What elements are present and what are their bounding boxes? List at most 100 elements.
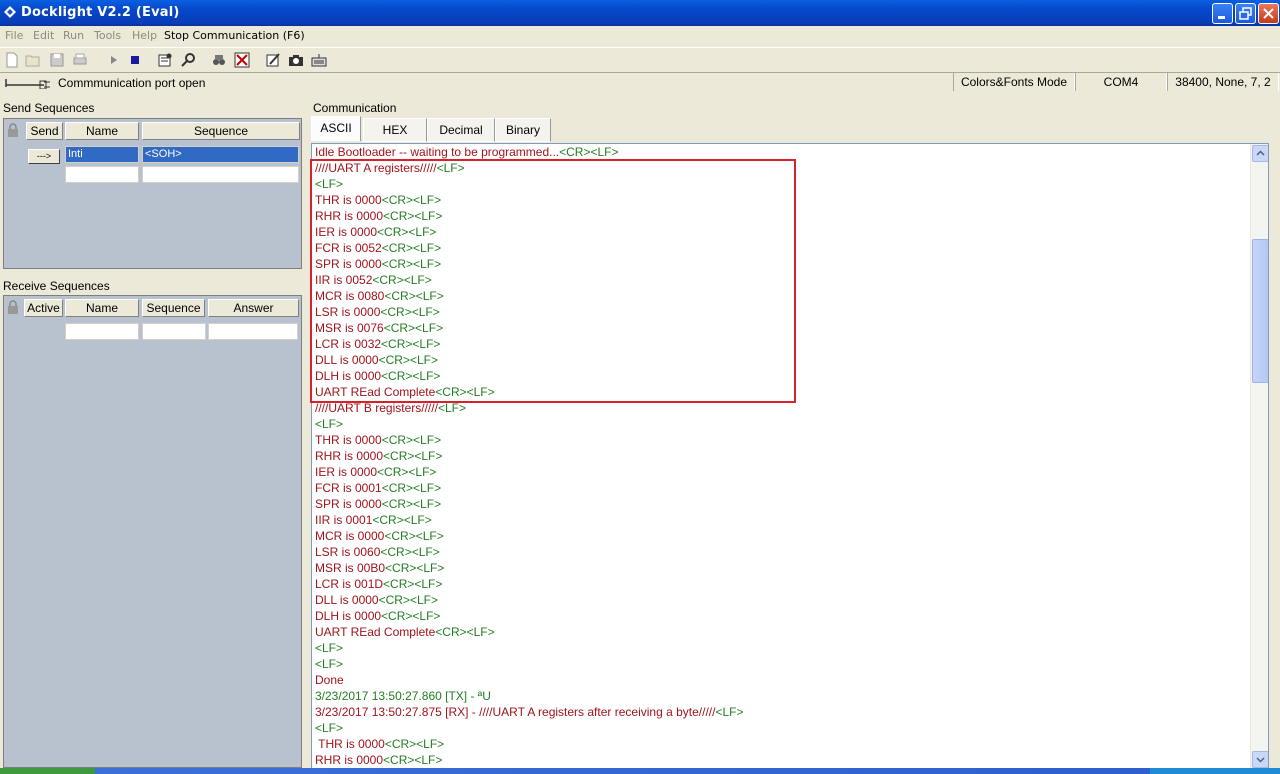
receive-new-name[interactable] [65, 323, 139, 340]
close-button[interactable] [1258, 3, 1279, 24]
receive-sequences-panel: Active Name Sequence Answer [3, 295, 302, 768]
connection-status: Commmunication port open [58, 76, 206, 90]
log-line: DLH is 0000<CR><LF> [315, 608, 1250, 624]
app-icon [4, 6, 16, 18]
search-icon[interactable] [180, 52, 196, 68]
menu-edit[interactable]: Edit [33, 29, 54, 42]
log-line: <LF> [315, 640, 1250, 656]
receive-new-sequence[interactable] [142, 323, 206, 340]
menu-file[interactable]: File [5, 29, 23, 42]
active-column-header[interactable]: Active [24, 299, 63, 317]
menu-run[interactable]: Run [63, 29, 84, 42]
tx-text: <LF> [715, 705, 744, 719]
lock-icon[interactable] [7, 300, 19, 314]
rx-text: DLL is 0000 [315, 593, 379, 607]
scroll-up-button[interactable] [1252, 145, 1268, 162]
keyboard-icon[interactable] [311, 52, 327, 68]
tx-text: <CR><LF> [381, 433, 442, 447]
find-icon[interactable] [211, 52, 227, 68]
save-icon[interactable] [49, 52, 65, 68]
settings-icon[interactable] [157, 52, 173, 68]
colors-fonts-mode: Colors&Fonts Mode [953, 73, 1075, 91]
tx-text: <CR><LF> [381, 609, 441, 623]
tx-text: <CR><LF> [383, 753, 443, 767]
name-column-header[interactable]: Name [65, 299, 139, 317]
window-title: Docklight V2.2 (Eval) [21, 5, 180, 20]
com-port: COM4 [1075, 73, 1167, 91]
rx-text: LSR is 0060 [315, 545, 381, 559]
tx-text: <CR><LF> [385, 561, 445, 575]
tab-ascii[interactable]: ASCII [311, 116, 361, 141]
log-line: 3/23/2017 13:50:27.860 [TX] - ªU [315, 688, 1250, 704]
send-sequence-name[interactable]: Inti [65, 146, 139, 163]
tx-text: <LF> [437, 401, 466, 415]
answer-column-header[interactable]: Answer [208, 299, 299, 317]
log-line: LSR is 0060<CR><LF> [315, 544, 1250, 560]
scroll-thumb[interactable] [1252, 239, 1268, 383]
log-line: IER is 0000<CR><LF> [315, 464, 1250, 480]
log-line: <LF> [315, 656, 1250, 672]
rx-text: UART REad Complete [315, 625, 436, 639]
send-new-sequence[interactable] [142, 166, 299, 183]
log-line: 3/23/2017 13:50:27.875 [RX] - ////UART A… [315, 704, 1250, 720]
log-line: UART REad Complete<CR><LF> [315, 624, 1250, 640]
rx-text: ////UART B registers///// [315, 401, 438, 415]
vertical-scrollbar[interactable] [1250, 144, 1268, 769]
restore-button[interactable] [1235, 3, 1256, 24]
send-sequence-value[interactable]: <SOH> [142, 146, 299, 163]
tx-text: <CR><LF> [384, 737, 445, 751]
clear-icon[interactable] [234, 52, 250, 68]
tab-hex[interactable]: HEX [363, 118, 427, 142]
tab-binary[interactable]: Binary [495, 118, 551, 142]
send-sequences-label: Send Sequences [3, 101, 95, 115]
log-line: IIR is 0001<CR><LF> [315, 512, 1250, 528]
send-new-name[interactable] [65, 166, 139, 183]
open-icon[interactable] [25, 52, 41, 68]
new-icon[interactable] [4, 52, 20, 68]
receive-new-answer[interactable] [208, 323, 298, 340]
send-column-header[interactable]: Send [26, 122, 63, 140]
rx-text: RHR is 0000 [315, 449, 384, 463]
tx-text: <CR><LF> [381, 481, 442, 495]
tx-text: <CR><LF> [383, 577, 443, 591]
tx-text: <CR><LF> [378, 593, 438, 607]
tx-text: <CR><LF> [380, 545, 440, 559]
rx-text: IIR is 0001 [315, 513, 373, 527]
log-line: RHR is 0000<CR><LF> [315, 752, 1250, 768]
plug-icon [5, 79, 50, 89]
log-line: THR is 0000<CR><LF> [315, 432, 1250, 448]
tx-text: <CR><LF> [435, 625, 495, 639]
tx-text: <CR><LF> [559, 145, 619, 159]
rx-text: Done [315, 673, 344, 687]
camera-icon[interactable] [288, 52, 304, 68]
stop-icon[interactable] [127, 52, 143, 68]
run-icon[interactable] [106, 52, 122, 68]
scroll-down-button[interactable] [1252, 751, 1268, 768]
log-line: <LF> [315, 720, 1250, 736]
receive-sequences-label: Receive Sequences [3, 279, 110, 293]
sequence-column-header[interactable]: Sequence [142, 299, 205, 317]
lock-icon[interactable] [7, 123, 19, 137]
tx-text: <LF> [315, 657, 344, 671]
restore-icon [1239, 7, 1252, 20]
name-column-header[interactable]: Name [65, 122, 139, 140]
log-line: Done [315, 672, 1250, 688]
rx-text: MSR is 00B0 [315, 561, 386, 575]
log-line: THR is 0000<CR><LF> [315, 736, 1250, 752]
menu-help[interactable]: Help [132, 29, 157, 42]
send-button[interactable]: ---> [28, 149, 60, 164]
sequence-column-header[interactable]: Sequence [142, 122, 300, 140]
communication-label: Communication [313, 101, 397, 115]
minimize-button[interactable] [1212, 3, 1233, 24]
tx-text: <CR><LF> [377, 465, 437, 479]
title-bar: Docklight V2.2 (Eval) [0, 0, 1280, 26]
rx-text: DLH is 0000 [315, 609, 382, 623]
menu-stop-communication[interactable]: Stop Communication (F6) [164, 29, 305, 42]
menu-tools[interactable]: Tools [94, 29, 121, 42]
log-line: SPR is 0000<CR><LF> [315, 496, 1250, 512]
edit-icon[interactable] [265, 52, 281, 68]
print-icon[interactable] [72, 52, 88, 68]
log-line: LCR is 001D<CR><LF> [315, 576, 1250, 592]
rx-text: FCR is 0001 [315, 481, 382, 495]
tab-decimal[interactable]: Decimal [427, 118, 495, 142]
